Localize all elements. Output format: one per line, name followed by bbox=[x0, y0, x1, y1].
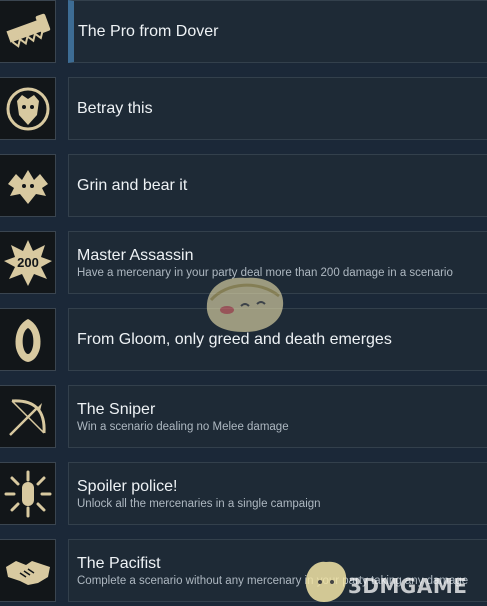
bear-crest-icon bbox=[0, 154, 56, 217]
achievement-title: Master Assassin bbox=[77, 246, 194, 264]
achievement-row[interactable]: 200 Master Assassin Have a mercenary in … bbox=[0, 231, 487, 294]
achievement-row[interactable]: The Pacifist Complete a scenario without… bbox=[0, 539, 487, 602]
achievement-card: The Pacifist Complete a scenario without… bbox=[68, 539, 487, 602]
achievement-description: Win a scenario dealing no Melee damage bbox=[77, 420, 289, 433]
achievement-title: The Pro from Dover bbox=[78, 23, 219, 40]
saw-icon bbox=[0, 0, 56, 63]
achievement-card: Master Assassin Have a mercenary in your… bbox=[68, 231, 487, 294]
achievement-row[interactable]: Betray this bbox=[0, 77, 487, 140]
burst-200-icon: 200 bbox=[0, 231, 56, 294]
achievement-card: Grin and bear it bbox=[68, 154, 487, 217]
achievement-card: Betray this bbox=[68, 77, 487, 140]
burst-200-label: 200 bbox=[17, 255, 39, 270]
achievement-description: Unlock all the mercenaries in a single c… bbox=[77, 497, 321, 510]
achievement-row[interactable]: Grin and bear it bbox=[0, 154, 487, 217]
achievement-list: The Pro from Dover Betray this Grin and … bbox=[0, 0, 487, 606]
achievement-title: Grin and bear it bbox=[77, 177, 188, 194]
handshake-icon bbox=[0, 539, 56, 602]
achievement-card: The Pro from Dover bbox=[68, 0, 487, 63]
achievement-card: The Sniper Win a scenario dealing no Mel… bbox=[68, 385, 487, 448]
achievement-title: Spoiler police! bbox=[77, 477, 178, 495]
bow-icon bbox=[0, 385, 56, 448]
bear-head-icon bbox=[0, 77, 56, 140]
achievement-title: Betray this bbox=[77, 100, 153, 117]
sun-emblem-icon bbox=[0, 462, 56, 525]
achievement-title: The Pacifist bbox=[77, 554, 161, 572]
achievement-row[interactable]: The Sniper Win a scenario dealing no Mel… bbox=[0, 385, 487, 448]
achievement-description: Complete a scenario without any mercenar… bbox=[77, 574, 469, 587]
achievement-row[interactable]: The Pro from Dover bbox=[0, 0, 487, 63]
hooded-figure-icon bbox=[0, 308, 56, 371]
achievement-card: From Gloom, only greed and death emerges bbox=[68, 308, 487, 371]
achievement-description: Have a mercenary in your party deal more… bbox=[77, 266, 453, 279]
achievement-row[interactable]: Spoiler police! Unlock all the mercenari… bbox=[0, 462, 487, 525]
achievement-row[interactable]: From Gloom, only greed and death emerges bbox=[0, 308, 487, 371]
achievement-title: The Sniper bbox=[77, 400, 156, 418]
achievement-title: From Gloom, only greed and death emerges bbox=[77, 331, 392, 348]
achievement-card: Spoiler police! Unlock all the mercenari… bbox=[68, 462, 487, 525]
